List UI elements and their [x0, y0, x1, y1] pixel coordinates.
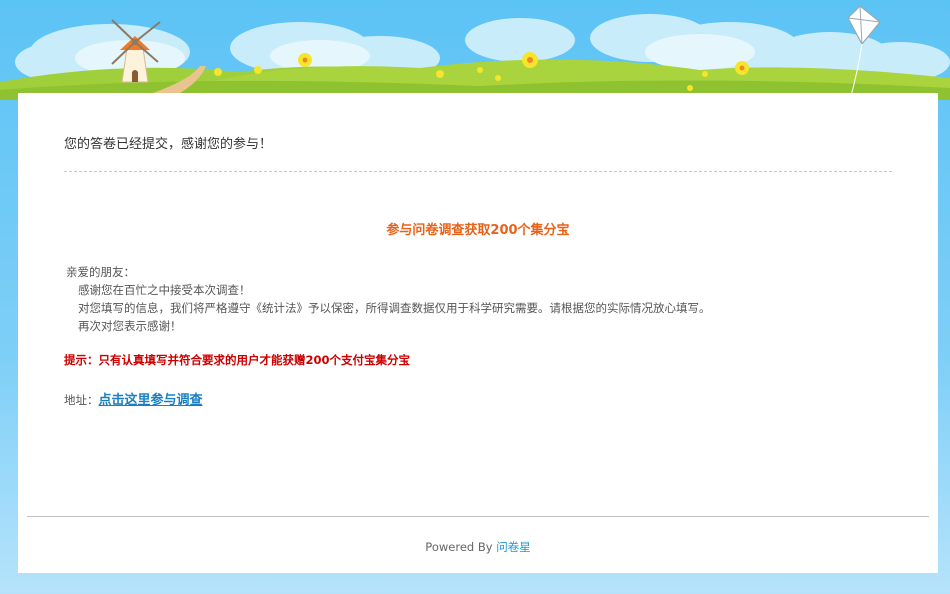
brand-link[interactable]: 问卷星 [496, 540, 531, 554]
letter-line-1: 感谢您在百忙之中接受本次调查！ [78, 283, 251, 297]
address-label: 地址： [64, 393, 99, 407]
tip-notice: 提示：只有认真填写并符合要求的用户才能获赠200个支付宝集分宝 [64, 353, 411, 367]
survey-link[interactable]: 点击这里参与调查 [99, 393, 203, 408]
submission-thanks-message: 您的答卷已经提交，感谢您的参与！ [64, 137, 273, 152]
promo-title: 参与问卷调查获取200个集分宝 [386, 223, 570, 238]
content-card: 您的答卷已经提交，感谢您的参与！ 参与问卷调查获取200个集分宝 亲爱的朋友： … [18, 93, 938, 573]
letter-greeting: 亲爱的朋友： [66, 265, 135, 279]
dashed-divider [64, 171, 892, 172]
landscape-illustration [0, 5, 950, 100]
powered-by-text: Powered By [425, 540, 493, 554]
letter-block: 亲爱的朋友： 感谢您在百忙之中接受本次调查！ 对您填写的信息，我们将严格遵守《统… [66, 263, 711, 335]
letter-line-2: 对您填写的信息，我们将严格遵守《统计法》予以保密，所得调查数据仅用于科学研究需要… [78, 301, 711, 315]
header-banner [0, 0, 950, 100]
letter-line-3: 再次对您表示感谢！ [78, 319, 182, 333]
address-row: 地址：点击这里参与调查 [64, 389, 203, 408]
footer-divider [27, 516, 929, 517]
powered-by-footer: Powered By 问卷星 [18, 539, 938, 555]
